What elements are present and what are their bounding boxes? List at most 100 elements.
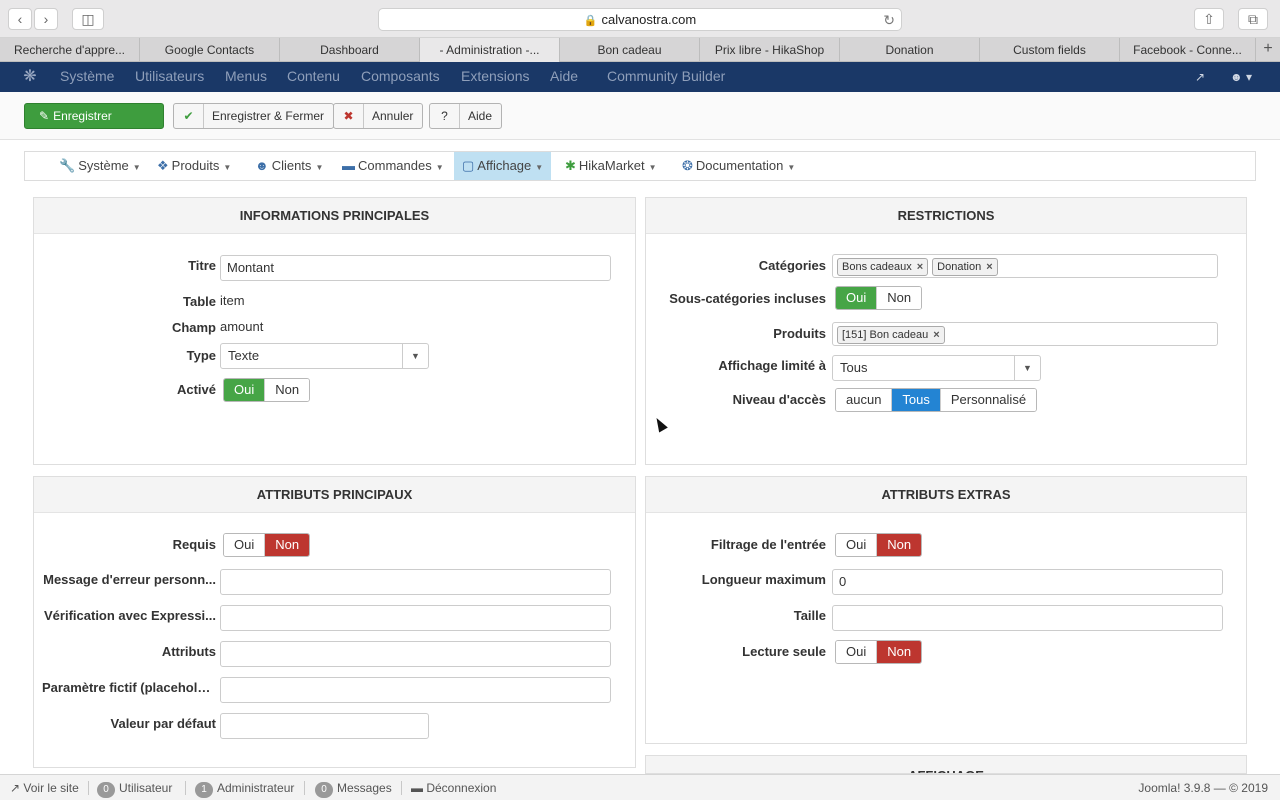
forward-icon[interactable]: › [34, 8, 58, 30]
cancel-button[interactable]: ✖ Annuler [333, 103, 424, 129]
browser-tab[interactable]: Donation [840, 38, 980, 62]
browser-tab[interactable]: Facebook - Conne... [1120, 38, 1256, 62]
browser-tab[interactable]: Bon cadeau [560, 38, 700, 62]
type-select[interactable]: Texte ▼ [220, 343, 429, 369]
remove-icon[interactable]: × [917, 261, 923, 273]
display-limit-select[interactable]: Tous ▼ [832, 355, 1041, 381]
panel-title: ATTRIBUTS EXTRAS [646, 477, 1246, 513]
sidebar-icon[interactable]: ◫ [72, 8, 104, 30]
size-input[interactable] [832, 605, 1223, 631]
panel-extra-attributes: ATTRIBUTS EXTRAS Filtrage de l'entrée Ou… [645, 476, 1247, 744]
jnav-extensions[interactable]: Extensions [461, 62, 529, 92]
jnav-help[interactable]: Aide [550, 62, 578, 92]
admins-status[interactable]: 1 Administrateur [195, 775, 294, 800]
max-length-input[interactable]: 0 [832, 569, 1223, 595]
panel-main-attributes: ATTRIBUTS PRINCIPAUX Requis Oui Non Mess… [33, 476, 636, 768]
jnav-system[interactable]: Système [60, 62, 114, 92]
active-no[interactable]: Non [265, 379, 310, 401]
access-level-toggle[interactable]: aucun Tous Personnalisé [835, 388, 1038, 412]
browser-tab[interactable]: Custom fields [980, 38, 1120, 62]
input-filter-toggle[interactable]: Oui Non [835, 533, 923, 557]
hm-documentation[interactable]: ❂ Documentation ▼ [674, 152, 803, 180]
hm-system[interactable]: 🔧 Système ▼ [51, 152, 149, 180]
readonly-toggle[interactable]: Oui Non [835, 640, 923, 664]
hm-hikamarket[interactable]: ✱ HikaMarket ▼ [557, 152, 665, 180]
caret-down-icon: ▼ [787, 163, 796, 172]
readonly-no[interactable]: Non [877, 641, 922, 663]
products-label: Produits [773, 326, 826, 341]
hm-products[interactable]: ❖ Produits ▼ [149, 152, 239, 180]
placeholder-input[interactable] [220, 677, 611, 703]
user-menu-icon[interactable]: ☻ ▾ [1230, 62, 1252, 92]
status-bar: ↗ Voir le site 0 Utilisateur 1 Administrat… [0, 774, 1280, 800]
edit-icon: ✎ [39, 109, 50, 123]
wrench-icon: 🔧 [59, 158, 76, 173]
messages-badge: 0 [315, 782, 333, 798]
hikashop-menu: 🔧 Système ▼ ❖ Produits ▼ ☻ Clients ▼ ▬ Commande… [24, 151, 1256, 181]
active-toggle[interactable]: Oui Non [223, 378, 311, 402]
divider [304, 781, 305, 795]
users-status[interactable]: 0 Utilisateur [97, 775, 172, 800]
hm-orders[interactable]: ▬ Commandes ▼ [334, 152, 452, 180]
browser-tab[interactable]: Dashboard [280, 38, 420, 62]
size-label: Taille [793, 608, 826, 623]
view-site-link[interactable]: ↗ Voir le site [10, 775, 79, 800]
required-yes[interactable]: Oui [224, 534, 266, 556]
browser-tab[interactable]: Google Contacts [140, 38, 280, 62]
hm-display[interactable]: ▢ Affichage ▼ [454, 152, 552, 180]
new-tab-icon[interactable]: + [1256, 38, 1280, 62]
jnav-components[interactable]: Composants [361, 62, 440, 92]
regex-input[interactable] [220, 605, 611, 631]
attributes-input[interactable] [220, 641, 611, 667]
url-bar[interactable]: 🔒 calvanostra.com ↻ [378, 8, 902, 31]
panel-title: INFORMATIONS PRINCIPALES [34, 198, 635, 234]
categories-input[interactable]: Bons cadeaux × Donation × [832, 254, 1218, 278]
tabs-overview-icon[interactable]: ⧉ [1238, 8, 1268, 30]
user-icon: ☻ [255, 158, 269, 173]
hm-customers[interactable]: ☻ Clients ▼ [247, 152, 331, 180]
jnav-content[interactable]: Contenu [287, 62, 340, 92]
jnav-menus[interactable]: Menus [225, 62, 267, 92]
reload-icon[interactable]: ↻ [883, 9, 895, 31]
hikamarket-icon: ✱ [565, 158, 576, 173]
remove-icon[interactable]: × [986, 261, 992, 273]
display-limit-label: Affichage limité à [718, 358, 826, 373]
external-link-icon[interactable]: ↗ [1195, 62, 1205, 92]
remove-icon[interactable]: × [933, 329, 939, 341]
share-icon[interactable]: ⇧ [1194, 8, 1224, 30]
browser-tab-active[interactable]: - Administration -... [420, 38, 560, 62]
panel-title: AFFICHAGE [646, 756, 1246, 773]
messages-status[interactable]: 0 Messages [315, 775, 392, 800]
help-button[interactable]: ? Aide [429, 103, 503, 129]
back-icon[interactable]: ‹ [8, 8, 32, 30]
browser-tab[interactable]: Recherche d'appre... [0, 38, 140, 62]
save-button[interactable]: ✎ Enregistrer [24, 103, 164, 129]
panel-display: AFFICHAGE [645, 755, 1247, 774]
products-input[interactable]: [151] Bon cadeau × [832, 322, 1218, 346]
access-custom[interactable]: Personnalisé [940, 389, 1037, 411]
required-toggle[interactable]: Oui Non [223, 533, 311, 557]
url-text: calvanostra.com [601, 12, 697, 27]
input-filter-yes[interactable]: Oui [836, 534, 878, 556]
required-no[interactable]: Non [265, 534, 310, 556]
default-value-input[interactable] [220, 713, 429, 739]
joomla-logo-icon[interactable]: ❋ [20, 67, 40, 87]
save-close-button[interactable]: ✔ Enregistrer & Fermer [173, 103, 335, 129]
subcat-yes[interactable]: Oui [836, 287, 878, 309]
access-all[interactable]: Tous [892, 389, 941, 411]
readonly-yes[interactable]: Oui [836, 641, 878, 663]
error-message-input[interactable] [220, 569, 611, 595]
champ-value: amount [220, 319, 264, 334]
access-none[interactable]: aucun [836, 389, 893, 411]
active-yes[interactable]: Oui [224, 379, 266, 401]
subcat-toggle[interactable]: Oui Non [835, 286, 923, 310]
logout-link[interactable]: ▬ Déconnexion [411, 775, 496, 800]
users-badge: 0 [97, 782, 115, 798]
browser-tab[interactable]: Prix libre - HikaShop [700, 38, 840, 62]
table-label: Table [183, 294, 216, 309]
jnav-users[interactable]: Utilisateurs [135, 62, 204, 92]
titre-input[interactable]: Montant [220, 255, 611, 281]
jnav-community-builder[interactable]: Community Builder [607, 62, 725, 92]
input-filter-no[interactable]: Non [877, 534, 922, 556]
subcat-no[interactable]: Non [877, 287, 922, 309]
